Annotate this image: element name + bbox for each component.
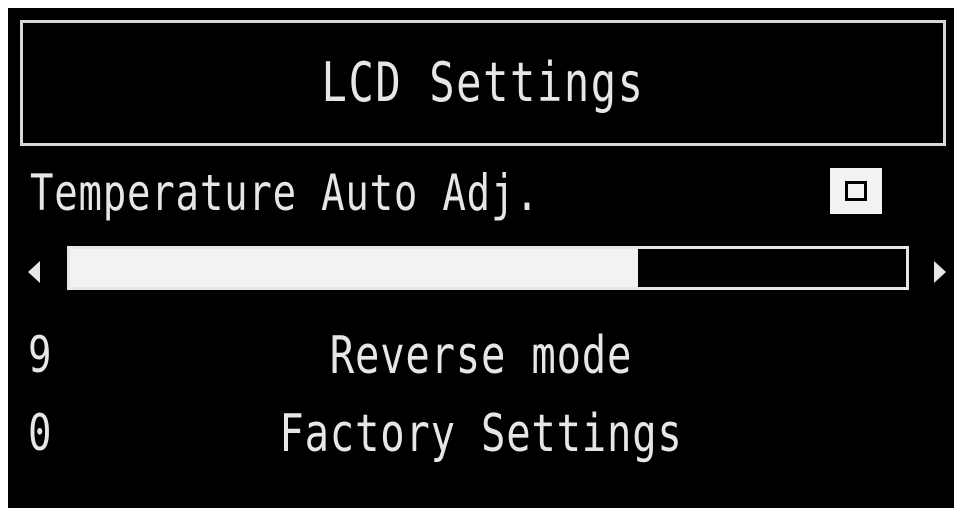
page-title: LCD Settings bbox=[321, 51, 645, 114]
lcd-screen: LCD Settings Temperature Auto Adj. 9 Rev… bbox=[8, 8, 954, 508]
temperature-auto-adj-label: Temperature Auto Adj. bbox=[30, 164, 540, 222]
temperature-auto-adj-checkbox[interactable] bbox=[830, 168, 882, 214]
arrow-left-icon[interactable] bbox=[28, 261, 40, 283]
title-box: LCD Settings bbox=[20, 20, 946, 146]
slider-fill bbox=[70, 249, 639, 287]
factory-settings-label[interactable]: Factory Settings bbox=[112, 408, 850, 460]
reverse-mode-number: 9 bbox=[28, 326, 52, 384]
factory-settings-number: 0 bbox=[28, 404, 52, 462]
slider-track[interactable] bbox=[67, 246, 909, 290]
reverse-mode-label[interactable]: Reverse mode bbox=[112, 330, 850, 382]
checkbox-icon bbox=[845, 181, 867, 201]
arrow-right-icon[interactable] bbox=[934, 261, 946, 283]
